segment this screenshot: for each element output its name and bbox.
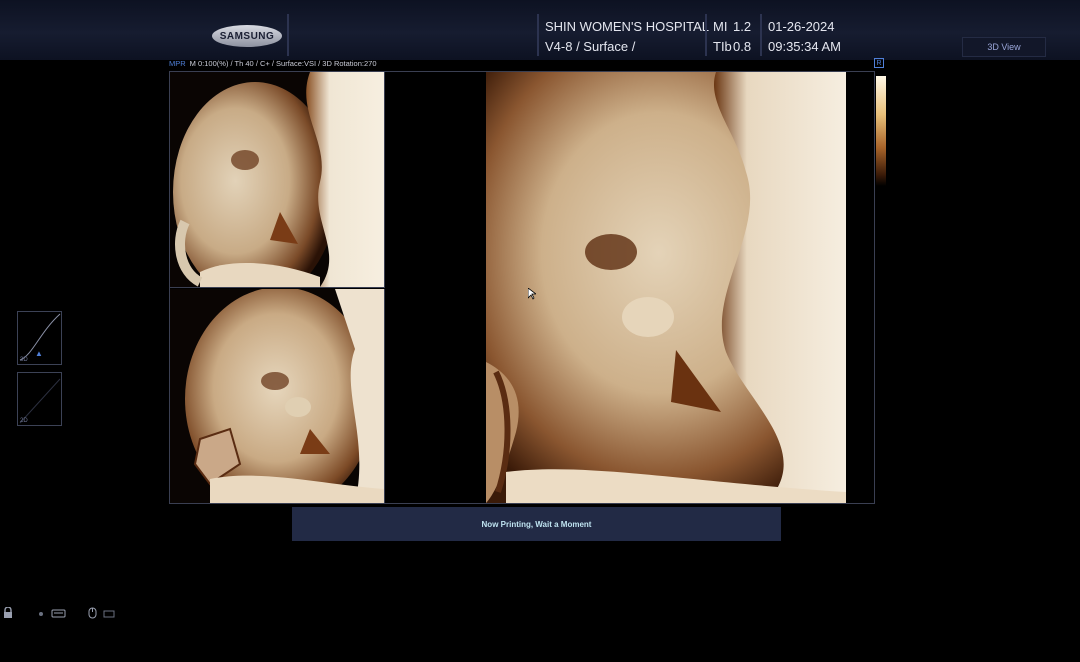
header-divider bbox=[705, 14, 707, 56]
gray-map-color-bar bbox=[876, 76, 886, 186]
fetal-face-render-bottom bbox=[170, 289, 384, 503]
mouse-cursor-icon bbox=[528, 288, 536, 300]
header-divider bbox=[537, 14, 539, 56]
keyboard-icon[interactable] bbox=[37, 607, 67, 619]
mi-value: 1.2 bbox=[733, 19, 752, 34]
header-bar: SAMSUNG SHIN WOMEN'S HOSPITAL V4-8 / Sur… bbox=[0, 0, 1080, 60]
lock-icon[interactable] bbox=[3, 607, 13, 619]
probe-preset: V4-8 / Surface / bbox=[545, 39, 636, 54]
3d-curve-thumbnail[interactable]: ▲ 3D bbox=[17, 311, 62, 365]
fetal-face-render-top bbox=[170, 72, 384, 287]
bottom-left-volume-view[interactable] bbox=[170, 289, 385, 503]
mi-label: MI bbox=[713, 19, 728, 34]
main-volume-view[interactable] bbox=[386, 72, 874, 503]
printing-status-bar: Now Printing, Wait a Moment bbox=[292, 507, 781, 541]
tib-value: 0.8 bbox=[733, 39, 752, 54]
exam-time: 09:35:34 AM bbox=[768, 39, 841, 54]
curve-marker-icon: ▲ bbox=[35, 349, 43, 358]
curve-label: 3D bbox=[20, 357, 28, 363]
image-parameters: MPR M 0:100(%) / Th 40 / C+ / Surface:VSI… bbox=[169, 59, 377, 68]
hospital-name: SHIN WOMEN'S HOSPITAL bbox=[545, 19, 710, 34]
brand-text: SAMSUNG bbox=[219, 30, 275, 42]
tib-label: TIb bbox=[713, 39, 732, 54]
parameter-text: M 0:100(%) / Th 40 / C+ / Surface:VSI / … bbox=[189, 59, 377, 68]
top-left-volume-view[interactable] bbox=[170, 72, 385, 288]
header-divider bbox=[760, 14, 762, 56]
3d-view-button[interactable]: 3D View bbox=[962, 37, 1046, 57]
fetal-face-render-main bbox=[386, 72, 874, 503]
curve-label: 2D bbox=[20, 418, 28, 424]
exam-date: 01-26-2024 bbox=[768, 19, 835, 34]
mode-label: MPR bbox=[169, 59, 186, 68]
status-message: Now Printing, Wait a Moment bbox=[481, 519, 592, 529]
orientation-marker-icon: R bbox=[874, 58, 884, 68]
2d-curve-thumbnail[interactable]: 2D bbox=[17, 372, 62, 426]
header-divider bbox=[287, 14, 289, 56]
mouse-icon[interactable] bbox=[88, 607, 118, 619]
samsung-logo: SAMSUNG bbox=[212, 25, 282, 47]
